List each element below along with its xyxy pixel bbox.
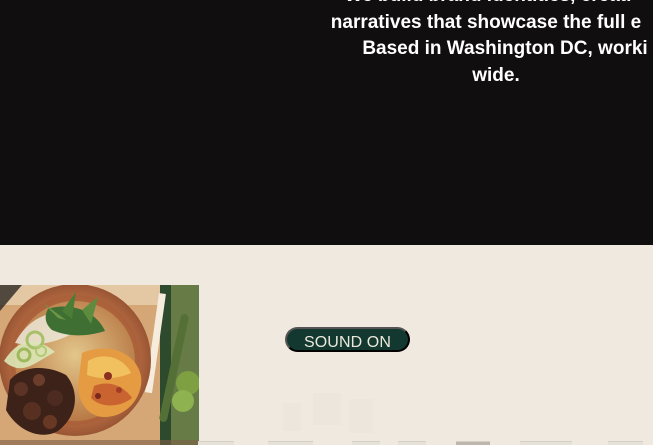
- media-section: SOUND ON: [0, 245, 653, 445]
- bottom-mark: [268, 441, 313, 445]
- hero-section: We build brand identities, creati narrat…: [0, 0, 653, 245]
- bottom-mark: [352, 441, 380, 445]
- food-photo-icon: [0, 285, 199, 445]
- hero-description: We build brand identities, creati narrat…: [306, 0, 653, 89]
- faint-overlay-shapes: [283, 393, 373, 433]
- bottom-mark: [398, 441, 426, 445]
- bottom-mark: [456, 441, 490, 445]
- hero-line-2: narratives that showcase the full e: [330, 11, 642, 33]
- bottom-mark: [198, 441, 234, 445]
- food-image: [0, 285, 199, 445]
- bottom-mark: [520, 441, 572, 445]
- sound-on-button[interactable]: SOUND ON: [285, 327, 410, 352]
- web-page: We build brand identities, creati narrat…: [0, 0, 653, 445]
- bottom-mark: [608, 441, 643, 445]
- hero-line-1: We build brand identities, creati: [310, 0, 653, 10]
- hero-line-4: wide.: [472, 64, 520, 86]
- hero-line-3: Based in Washington DC, worki: [362, 38, 648, 59]
